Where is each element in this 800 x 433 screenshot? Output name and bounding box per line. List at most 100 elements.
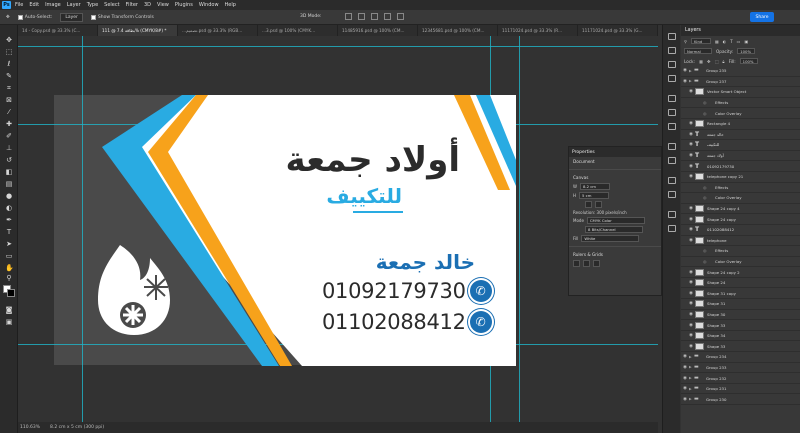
eye-icon[interactable]: ◉	[687, 270, 695, 275]
eye-icon[interactable]: ◉	[687, 174, 695, 179]
canvas-section-label[interactable]: Canvas	[569, 173, 661, 182]
filter-adjust-icon[interactable]: ◐	[723, 39, 727, 44]
landscape-orientation-icon[interactable]	[595, 201, 602, 208]
properties-panel-icon[interactable]	[668, 95, 676, 102]
eye-icon[interactable]: ◉	[687, 217, 695, 222]
paths-panel-icon[interactable]	[668, 225, 676, 232]
eye-icon[interactable]: ◉	[687, 206, 695, 211]
layer-row[interactable]: ◉ ▶ ▬ Group 230	[681, 394, 800, 405]
layers-panel-title[interactable]: Layers	[681, 25, 800, 36]
ruler-icon[interactable]	[573, 260, 580, 267]
layer-row[interactable]: ◉ Shape 24 copy	[681, 214, 800, 225]
filter-type-icon[interactable]: T	[730, 39, 732, 44]
width-input[interactable]: 8.2 cm	[579, 183, 610, 190]
layer-row[interactable]: ◉ ▶ ▬ Group 237	[681, 77, 800, 88]
layer-row[interactable]: ◉ Shape 30	[681, 310, 800, 321]
grid-icon[interactable]	[583, 260, 590, 267]
layer-row[interactable]: ◉ T للتكييف	[681, 140, 800, 151]
eye-icon[interactable]: ◉	[681, 386, 689, 391]
eye-icon[interactable]: ◉	[687, 280, 695, 285]
eye-icon[interactable]: ◉	[687, 142, 695, 147]
properties-tab[interactable]: Properties	[569, 147, 661, 157]
lock-pixels-icon[interactable]: ▦	[699, 59, 703, 64]
eye-icon[interactable]: ◉	[681, 79, 689, 84]
layer-row[interactable]: ◉ Shape 24	[681, 278, 800, 289]
filter-shape-icon[interactable]: ▭	[737, 39, 741, 44]
filter-pixel-icon[interactable]: ▦	[715, 39, 719, 44]
eye-icon[interactable]: ◉	[687, 164, 695, 169]
zoom-level[interactable]: 110.63%	[20, 425, 40, 430]
character-panel-icon[interactable]	[668, 143, 676, 150]
layer-row[interactable]: ◉ ▶ ▬ Group 235	[681, 66, 800, 77]
opacity-input[interactable]: 100%	[737, 48, 756, 54]
eye-icon[interactable]: ◉	[687, 333, 695, 338]
layer-row[interactable]: ◉ ▶ ▬ Group 233	[681, 363, 800, 374]
eye-icon[interactable]: ◉	[681, 365, 689, 370]
eye-icon[interactable]: ◉	[687, 238, 695, 243]
layer-row[interactable]: ◉ ▶ ▬ Group 232	[681, 373, 800, 384]
paragraph-panel-icon[interactable]	[668, 157, 676, 164]
channels-panel-icon[interactable]	[668, 211, 676, 218]
layer-row[interactable]: ◉ telephone	[681, 236, 800, 247]
layer-row[interactable]: ◎ Color Overlay	[681, 193, 800, 204]
layer-row[interactable]: ◉ Shape 31 copy	[681, 288, 800, 300]
layer-row[interactable]: ◉ Shape 24 copy 2	[681, 267, 800, 278]
color-panel-icon[interactable]	[668, 33, 676, 40]
portrait-orientation-icon[interactable]	[585, 201, 592, 208]
actions-panel-icon[interactable]	[668, 191, 676, 198]
eye-icon[interactable]: ◉	[681, 376, 689, 381]
layer-row[interactable]: ◉ Shape 31	[681, 299, 800, 310]
eye-icon[interactable]: ◉	[681, 68, 689, 73]
layer-row[interactable]: ◉ Shape 33	[681, 320, 800, 331]
guides-icon[interactable]	[593, 260, 600, 267]
eye-icon[interactable]: ◉	[681, 397, 689, 402]
eye-icon[interactable]: ◉	[687, 227, 695, 232]
layer-row[interactable]: ◉ ▶ ▬ Group 234	[681, 352, 800, 363]
eye-icon[interactable]: ◉	[687, 89, 695, 94]
patterns-panel-icon[interactable]	[668, 75, 676, 82]
bits-dropdown[interactable]: 8 Bits/Channel	[585, 226, 643, 233]
lock-position-icon[interactable]: ✥	[707, 59, 711, 64]
eye-icon[interactable]: ◉	[687, 132, 695, 137]
document-size[interactable]: 8.2 cm x 5 cm (300 ppi)	[50, 425, 104, 430]
layer-row[interactable]: ◉ Shape 34	[681, 331, 800, 342]
layer-row[interactable]: ◉ T 01092179730	[681, 161, 800, 172]
lock-all-icon[interactable]: 🔒︎	[722, 59, 724, 64]
layer-row[interactable]: ◉ T أولاد جمعة	[681, 151, 800, 162]
layer-row[interactable]: ◎ Color Overlay	[681, 257, 800, 268]
height-input[interactable]: 5 cm	[579, 192, 610, 199]
eye-icon[interactable]: ◉	[687, 323, 695, 328]
eye-icon[interactable]: ◉	[687, 312, 695, 317]
filter-smart-icon[interactable]: ▣	[744, 39, 748, 44]
layer-row[interactable]: ◉ T خالد جمعة	[681, 130, 800, 141]
adjustments-panel-icon[interactable]	[668, 109, 676, 116]
eye-icon[interactable]: ◉	[687, 153, 695, 158]
layer-row[interactable]: ◉ Vector Smart Object	[681, 87, 800, 98]
fill-dropdown[interactable]: White	[581, 235, 640, 242]
layer-row[interactable]: ◉ telephone copy 21	[681, 172, 800, 183]
layer-row[interactable]: ◎ Effects	[681, 98, 800, 109]
mode-dropdown[interactable]: CMYK Color	[586, 217, 645, 224]
eye-icon[interactable]: ◉	[687, 291, 695, 296]
layer-row[interactable]: ◎ Effects	[681, 246, 800, 257]
history-panel-icon[interactable]	[668, 177, 676, 184]
layer-row[interactable]: ◉ ▶ ▬ Group 231	[681, 384, 800, 395]
layer-row[interactable]: ◉ Rectangle 4	[681, 119, 800, 130]
layer-row[interactable]: ◉ Shape 24 copy 4	[681, 204, 800, 215]
libraries-panel-icon[interactable]	[668, 123, 676, 130]
layer-kind-filter-dropdown[interactable]: Kind	[690, 38, 711, 44]
layer-row[interactable]: ◉ T 01102088412	[681, 225, 800, 236]
layer-row[interactable]: ◉ Shape 33	[681, 341, 800, 353]
rulers-grids-label[interactable]: Rulers & Grids	[569, 250, 661, 259]
eye-icon[interactable]: ◉	[681, 354, 689, 359]
blend-mode-dropdown[interactable]: Normal	[684, 48, 712, 54]
fill-input[interactable]: 100%	[739, 58, 758, 64]
layer-row[interactable]: ◎ Color Overlay	[681, 108, 800, 119]
lock-artboard-icon[interactable]: ⬚	[714, 59, 718, 64]
swatches-panel-icon[interactable]	[668, 47, 676, 54]
layer-row[interactable]: ◎ Effects	[681, 183, 800, 194]
gradients-panel-icon[interactable]	[668, 61, 676, 68]
eye-icon[interactable]: ◉	[687, 121, 695, 126]
eye-icon[interactable]: ◉	[687, 301, 695, 306]
eye-icon[interactable]: ◉	[687, 344, 695, 349]
